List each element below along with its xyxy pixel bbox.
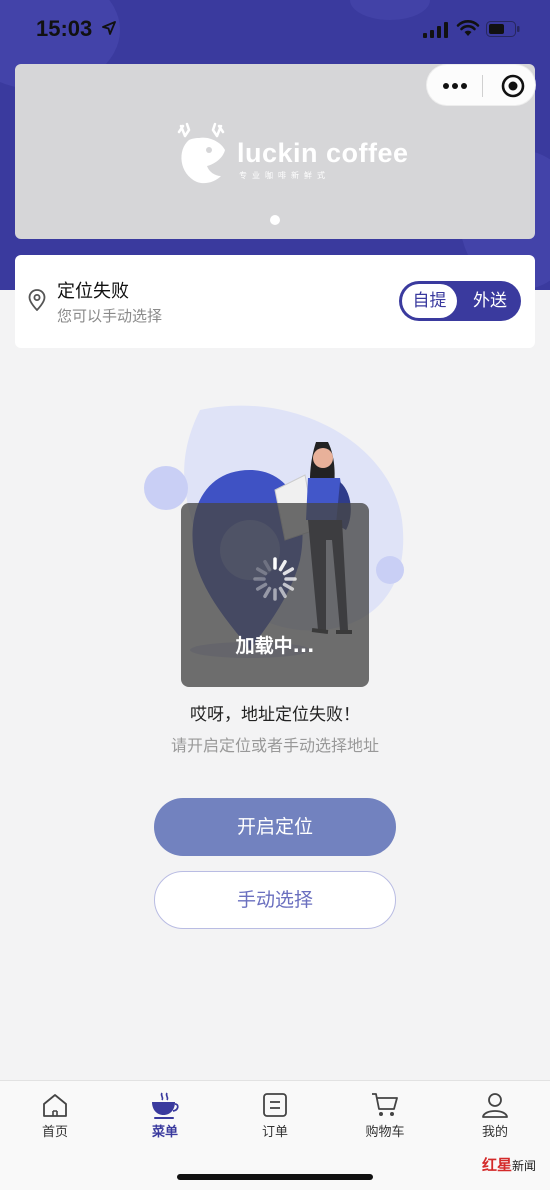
tab-menu-label: 菜单	[151, 1125, 178, 1140]
location-status-subtitle[interactable]: 您可以手动选择	[57, 305, 162, 326]
more-icon[interactable]	[443, 77, 469, 95]
coffee-cup-icon	[152, 1092, 179, 1119]
brand-wordmark: luckin coffee	[237, 138, 409, 168]
watermark-suffix: 新闻	[512, 1159, 537, 1173]
tab-profile[interactable]: 我的	[440, 1081, 550, 1151]
cart-icon	[372, 1093, 398, 1116]
location-status-title[interactable]: 定位失败	[57, 277, 129, 303]
pickup-delivery-toggle[interactable]: 自提 外送	[399, 281, 521, 321]
enable-location-button[interactable]: 开启定位	[154, 798, 396, 856]
map-pin-icon	[28, 289, 46, 311]
manual-select-button[interactable]: 手动选择	[154, 871, 396, 929]
error-subtitle: 请开启定位或者手动选择地址	[170, 736, 379, 755]
home-indicator[interactable]	[177, 1174, 373, 1180]
miniprogram-capsule	[426, 64, 536, 106]
close-target-icon[interactable]	[501, 74, 525, 98]
toggle-pickup[interactable]: 自提	[402, 284, 457, 318]
error-title: 哎呀，地址定位失败！	[190, 705, 360, 725]
watermark-brand: 红星	[482, 1156, 513, 1174]
luckin-deer-logo	[177, 122, 225, 184]
battery-icon	[486, 21, 520, 37]
tab-menu[interactable]: 菜单	[110, 1081, 220, 1151]
user-icon	[482, 1093, 508, 1118]
tab-cart-label: 购物车	[365, 1125, 405, 1140]
carousel-indicator[interactable]	[270, 215, 280, 225]
toggle-delivery[interactable]: 外送	[465, 284, 515, 318]
tab-home[interactable]: 首页	[0, 1081, 110, 1151]
news-watermark: 红星新闻	[482, 1154, 536, 1175]
capsule-divider	[482, 75, 483, 97]
tab-cart[interactable]: 购物车	[330, 1081, 440, 1151]
location-card: 定位失败 您可以手动选择 自提 外送	[15, 255, 535, 348]
home-icon	[43, 1094, 67, 1117]
tab-home-label: 首页	[41, 1125, 68, 1140]
cellular-signal-icon	[423, 22, 448, 38]
tab-orders[interactable]: 订单	[220, 1081, 330, 1151]
brand-slogan: 专业咖啡新鲜式	[239, 171, 330, 180]
order-icon	[263, 1093, 287, 1117]
location-arrow-icon	[102, 21, 116, 35]
loading-text: 加载中...	[235, 635, 315, 657]
loading-spinner-icon	[253, 557, 297, 601]
tab-orders-label: 订单	[261, 1125, 288, 1140]
tab-profile-label: 我的	[481, 1125, 508, 1140]
loading-toast: 加载中...	[181, 503, 369, 687]
wifi-icon	[456, 20, 480, 36]
status-time: 15:03	[36, 16, 93, 41]
status-bar: 15:03	[0, 0, 550, 60]
